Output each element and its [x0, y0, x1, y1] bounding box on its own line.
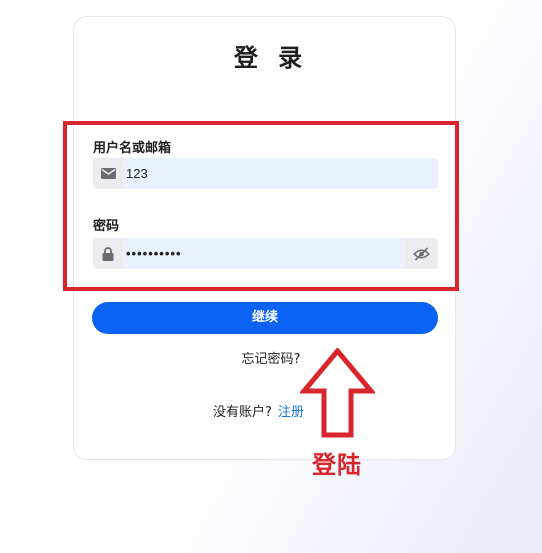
password-label: 密码: [93, 219, 120, 234]
continue-button[interactable]: 继续: [92, 302, 438, 334]
page-title: 登 录: [233, 44, 309, 72]
annotation-up-arrow-icon: [300, 348, 375, 438]
username-field[interactable]: 123: [93, 158, 438, 189]
password-field[interactable]: ••••••••••: [93, 238, 438, 269]
username-input[interactable]: 123: [126, 158, 148, 189]
eye-slash-icon[interactable]: [405, 238, 438, 269]
lock-icon: [93, 238, 123, 269]
forgot-password-row: 忘记密码?: [0, 348, 542, 367]
username-label: 用户名或邮箱: [93, 141, 172, 156]
envelope-icon: [93, 158, 123, 189]
signup-row: 没有账户? 注册: [213, 401, 304, 420]
forgot-password-link[interactable]: 忘记密码?: [242, 352, 301, 367]
password-input[interactable]: ••••••••••: [126, 238, 182, 269]
annotation-label: 登陆: [312, 451, 362, 479]
no-account-text: 没有账户?: [213, 405, 272, 420]
